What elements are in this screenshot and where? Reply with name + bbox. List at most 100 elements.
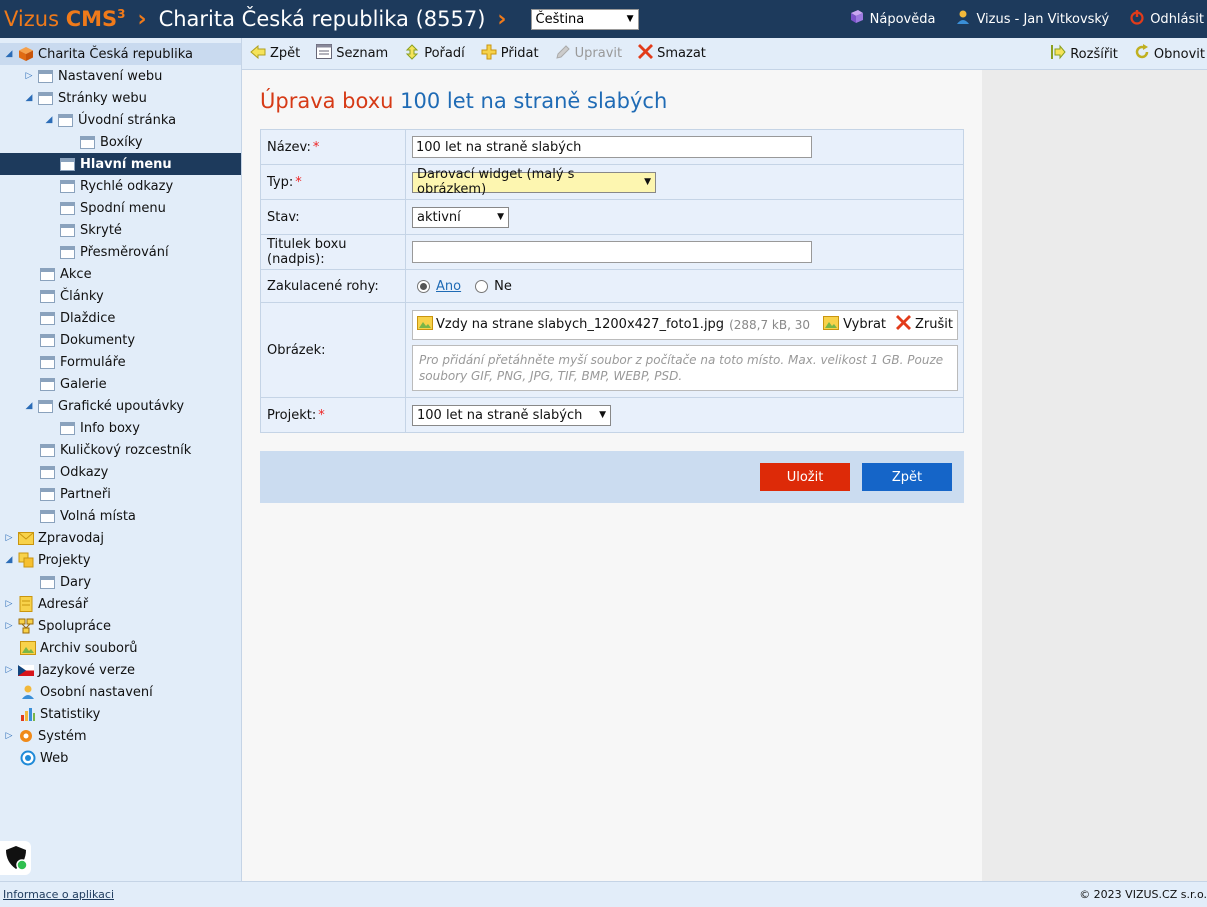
page-icon: [40, 333, 55, 347]
sidebar-item-projekty[interactable]: ◢ Projekty: [0, 549, 241, 571]
sidebar-item-system[interactable]: ▷ Systém: [0, 725, 241, 747]
collapsed-arrow-icon[interactable]: ▷: [4, 665, 14, 675]
page-icon: [38, 399, 53, 413]
page-icon: [60, 157, 75, 171]
corners-no-radio[interactable]: [475, 279, 489, 293]
sidebar-item-dary[interactable]: Dary: [0, 571, 241, 593]
help-link[interactable]: Nápověda: [849, 9, 935, 29]
sidebar-item-spoluprace[interactable]: ▷ Spolupráce: [0, 615, 241, 637]
collapsed-arrow-icon[interactable]: ▷: [4, 599, 14, 609]
corners-yes-label[interactable]: Ano: [436, 279, 461, 294]
sidebar-item-dlazdice[interactable]: Dlaždice: [0, 307, 241, 329]
edit-box-form: Název: * 100 let na straně slabých Typ: * …: [260, 129, 964, 433]
sidebar-item-osobni-nastaveni[interactable]: Osobní nastavení: [0, 681, 241, 703]
select-file-button[interactable]: Vybrat: [823, 315, 886, 334]
collapsed-arrow-icon[interactable]: ▷: [4, 533, 14, 543]
toolbar-add-button[interactable]: Přidat: [481, 44, 539, 64]
page-title: Úprava boxu 100 let na straně slabých: [260, 89, 668, 113]
page-icon: [40, 465, 55, 479]
page-icon: [40, 267, 55, 281]
logout-link[interactable]: Odhlásit: [1129, 9, 1204, 29]
type-select[interactable]: Darovací widget (malý s obrázkem) ▼: [412, 167, 656, 197]
sidebar-item-info-boxy[interactable]: Info boxy: [0, 417, 241, 439]
back-button[interactable]: Zpět: [862, 463, 952, 491]
sidebar-item-charita[interactable]: ◢ Charita Česká republika: [0, 43, 241, 65]
sidebar-item-nastaveni-webu[interactable]: ▷ Nastavení webu: [0, 65, 241, 87]
sidebar-item-presmerovani[interactable]: Přesměrování: [0, 241, 241, 263]
sidebar-item-statistiky[interactable]: Statistiky: [0, 703, 241, 725]
toolbar-list-button[interactable]: Seznam: [316, 44, 388, 63]
sidebar-item-dokumenty[interactable]: Dokumenty: [0, 329, 241, 351]
collapsed-arrow-icon[interactable]: ▷: [4, 621, 14, 631]
user-icon: [955, 9, 971, 29]
sidebar-item-kulickovy-rozcestnik[interactable]: Kuličkový rozcestník: [0, 439, 241, 461]
arrow-left-icon: [250, 44, 266, 63]
sidebar-item-clanky[interactable]: Články: [0, 285, 241, 307]
red-x-icon: [638, 44, 654, 63]
image-archive-icon: [20, 640, 36, 656]
toolbar-back-button[interactable]: Zpět: [250, 44, 300, 63]
security-shield-icon[interactable]: [0, 841, 31, 875]
sidebar-item-skryte[interactable]: Skryté: [0, 219, 241, 241]
save-button[interactable]: Uložit: [760, 463, 850, 491]
collapsed-arrow-icon[interactable]: ▷: [24, 71, 34, 81]
app-info-link[interactable]: Informace o aplikaci: [3, 888, 114, 901]
name-input[interactable]: 100 let na straně slabých: [412, 136, 812, 158]
sidebar-item-partneri[interactable]: Partneři: [0, 483, 241, 505]
sidebar-item-galerie[interactable]: Galerie: [0, 373, 241, 395]
sidebar-item-volna-mista[interactable]: Volná místa: [0, 505, 241, 527]
state-select[interactable]: aktivní ▼: [412, 206, 509, 228]
sidebar-item-graficke-upoutavky[interactable]: ◢ Grafické upoutávky: [0, 395, 241, 417]
file-drop-zone[interactable]: Pro přidání přetáhněte myší soubor z poč…: [412, 344, 958, 391]
form-actions: Uložit Zpět: [260, 451, 964, 503]
toolbar: Zpět Seznam Pořadí Přidat Upravit Smazat…: [242, 38, 1207, 70]
top-bar: Vizus CMS3 › Charita Česká republika (85…: [0, 0, 1207, 38]
toolbar-refresh-button[interactable]: Obnovit: [1134, 44, 1205, 64]
page-icon: [40, 311, 55, 325]
sidebar-item-uvodni-stranka[interactable]: ◢ Úvodní stránka: [0, 109, 241, 131]
toolbar-edit-button[interactable]: Upravit: [555, 44, 622, 64]
sidebar-item-formulare[interactable]: Formuláře: [0, 351, 241, 373]
sidebar-item-odkazy[interactable]: Odkazy: [0, 461, 241, 483]
toolbar-order-button[interactable]: Pořadí: [404, 43, 465, 64]
corners-no-label[interactable]: Ne: [494, 279, 512, 294]
collapsed-arrow-icon[interactable]: ▷: [4, 731, 14, 741]
page-icon: [40, 487, 55, 501]
form-row-corners: Zakulacené rohy: Ano Ne: [261, 270, 963, 303]
sidebar-item-boxiky[interactable]: Boxíky: [0, 131, 241, 153]
field-label: Typ: *: [261, 165, 406, 199]
user-link[interactable]: Vizus - Jan Vitkovský: [955, 9, 1109, 29]
toolbar-expand-button[interactable]: Rozšířit: [1050, 44, 1118, 64]
expanded-arrow-icon[interactable]: ◢: [44, 115, 54, 125]
sidebar-item-rychle-odkazy[interactable]: Rychlé odkazy: [0, 175, 241, 197]
file-name[interactable]: Vzdy na strane slabych_1200x427_foto1.jp…: [436, 317, 724, 332]
box-title-input[interactable]: [412, 241, 812, 263]
sidebar-item-hlavni-menu[interactable]: Hlavní menu: [0, 153, 241, 175]
site-title[interactable]: Charita Česká republika (8557): [159, 7, 486, 31]
expanded-arrow-icon[interactable]: ◢: [4, 555, 14, 565]
czech-flag-icon: [18, 662, 34, 678]
expanded-arrow-icon[interactable]: ◢: [24, 93, 34, 103]
clear-file-button[interactable]: Zrušit: [896, 315, 953, 334]
sidebar-item-stranky-webu[interactable]: ◢ Stránky webu: [0, 87, 241, 109]
field-label: Titulek boxu (nadpis):: [261, 235, 406, 269]
expanded-arrow-icon[interactable]: ◢: [24, 401, 34, 411]
field-label: Projekt: *: [261, 398, 406, 432]
sidebar-item-archiv-souboru[interactable]: Archiv souborů: [0, 637, 241, 659]
project-select[interactable]: 100 let na straně slabých ▼: [412, 404, 611, 426]
sidebar-item-web[interactable]: Web: [0, 747, 241, 769]
sidebar-item-akce[interactable]: Akce: [0, 263, 241, 285]
toolbar-delete-button[interactable]: Smazat: [638, 44, 706, 63]
sidebar-item-adresar[interactable]: ▷ Adresář: [0, 593, 241, 615]
plus-icon: [481, 44, 497, 64]
form-row-name: Název: * 100 let na straně slabých: [261, 130, 963, 165]
sidebar-item-zpravodaj[interactable]: ▷ Zpravodaj: [0, 527, 241, 549]
form-row-type: Typ: * Darovací widget (malý s obrázkem) ▼: [261, 165, 963, 200]
expanded-arrow-icon[interactable]: ◢: [4, 49, 14, 59]
selected-file: Vzdy na strane slabych_1200x427_foto1.jp…: [412, 309, 958, 340]
sidebar-item-jazykove-verze[interactable]: ▷ Jazykové verze: [0, 659, 241, 681]
app-logo[interactable]: Vizus CMS3: [4, 7, 126, 31]
corners-yes-radio[interactable]: [417, 279, 430, 293]
sidebar-item-spodni-menu[interactable]: Spodní menu: [0, 197, 241, 219]
language-select[interactable]: Čeština ▼: [530, 8, 639, 30]
